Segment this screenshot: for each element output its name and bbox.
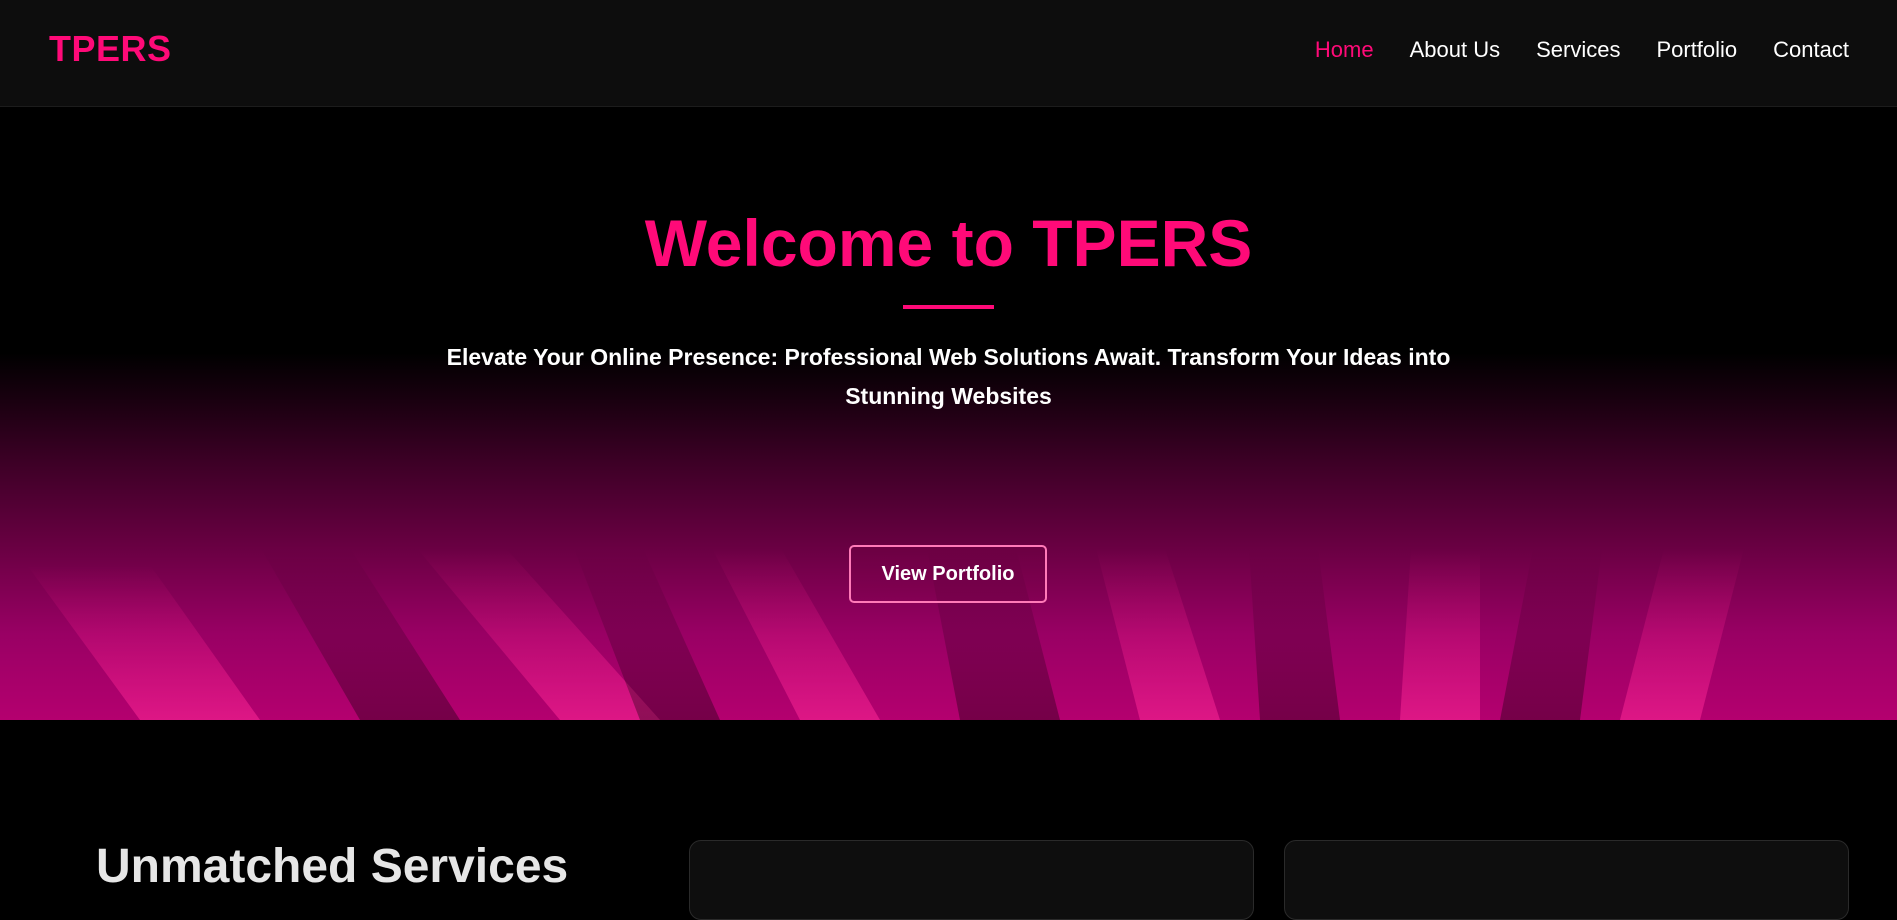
services-heading: Unmatched Services	[96, 840, 569, 893]
site-header: TPERS Home About Us Services Portfolio C…	[0, 0, 1897, 107]
service-card	[1284, 840, 1849, 920]
hero-section: Welcome to TPERS Elevate Your Online Pre…	[0, 108, 1897, 720]
nav-services[interactable]: Services	[1536, 39, 1620, 61]
site-logo[interactable]: TPERS	[49, 31, 172, 67]
hero-divider	[903, 305, 994, 309]
hero-subtitle: Elevate Your Online Presence: Profession…	[446, 344, 1451, 409]
nav-home[interactable]: Home	[1315, 39, 1374, 61]
view-portfolio-button[interactable]: View Portfolio	[849, 545, 1047, 603]
nav-about-us[interactable]: About Us	[1410, 39, 1501, 61]
nav-portfolio[interactable]: Portfolio	[1656, 39, 1737, 61]
hero-title: Welcome to TPERS	[644, 206, 1253, 280]
nav-contact[interactable]: Contact	[1773, 39, 1849, 61]
service-card	[689, 840, 1254, 920]
main-nav: Home About Us Services Portfolio Contact	[1315, 39, 1849, 61]
